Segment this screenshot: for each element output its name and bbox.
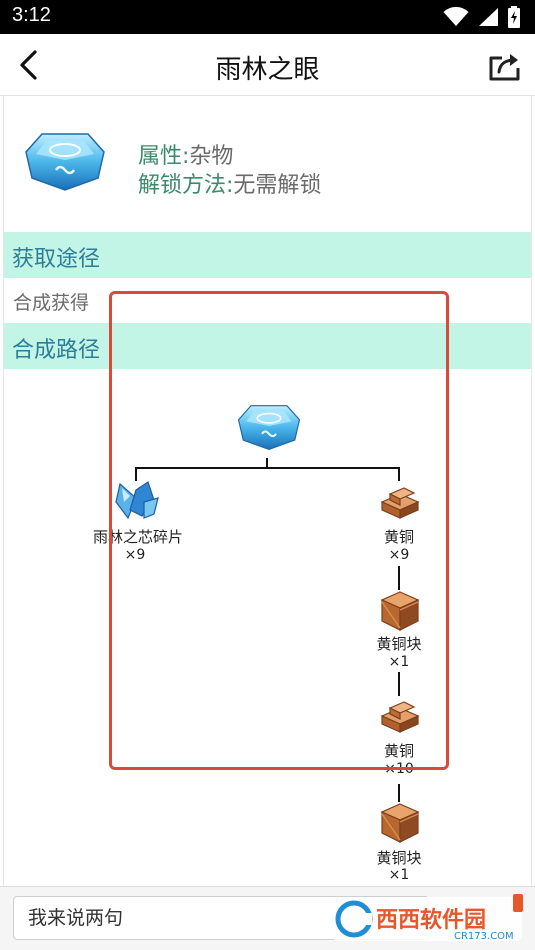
status-time: 3:12 bbox=[12, 4, 51, 26]
site-watermark-logo: 西西软件园 CR173.COM bbox=[332, 897, 522, 942]
wifi-icon bbox=[443, 7, 469, 26]
watermark-badge bbox=[513, 894, 523, 912]
recipe-node-label: 黄铜块 bbox=[376, 849, 422, 867]
share-button[interactable] bbox=[485, 46, 525, 86]
watermark-text: 西西软件园 bbox=[376, 907, 486, 933]
tree-connector bbox=[398, 784, 400, 802]
status-bar: 3:12 bbox=[0, 0, 535, 34]
share-icon bbox=[489, 54, 520, 81]
status-icons bbox=[443, 6, 521, 28]
brass-block-icon[interactable] bbox=[380, 802, 420, 844]
app-header: 雨林之眼 bbox=[0, 34, 535, 96]
battery-charging-icon bbox=[508, 6, 520, 28]
cellular-signal-icon bbox=[479, 8, 498, 26]
recipe-node-count: ×1 bbox=[388, 867, 410, 883]
watermark-subtext: CR173.COM bbox=[454, 931, 514, 942]
highlight-annotation-box bbox=[109, 291, 449, 770]
page-title: 雨林之眼 bbox=[215, 55, 320, 85]
